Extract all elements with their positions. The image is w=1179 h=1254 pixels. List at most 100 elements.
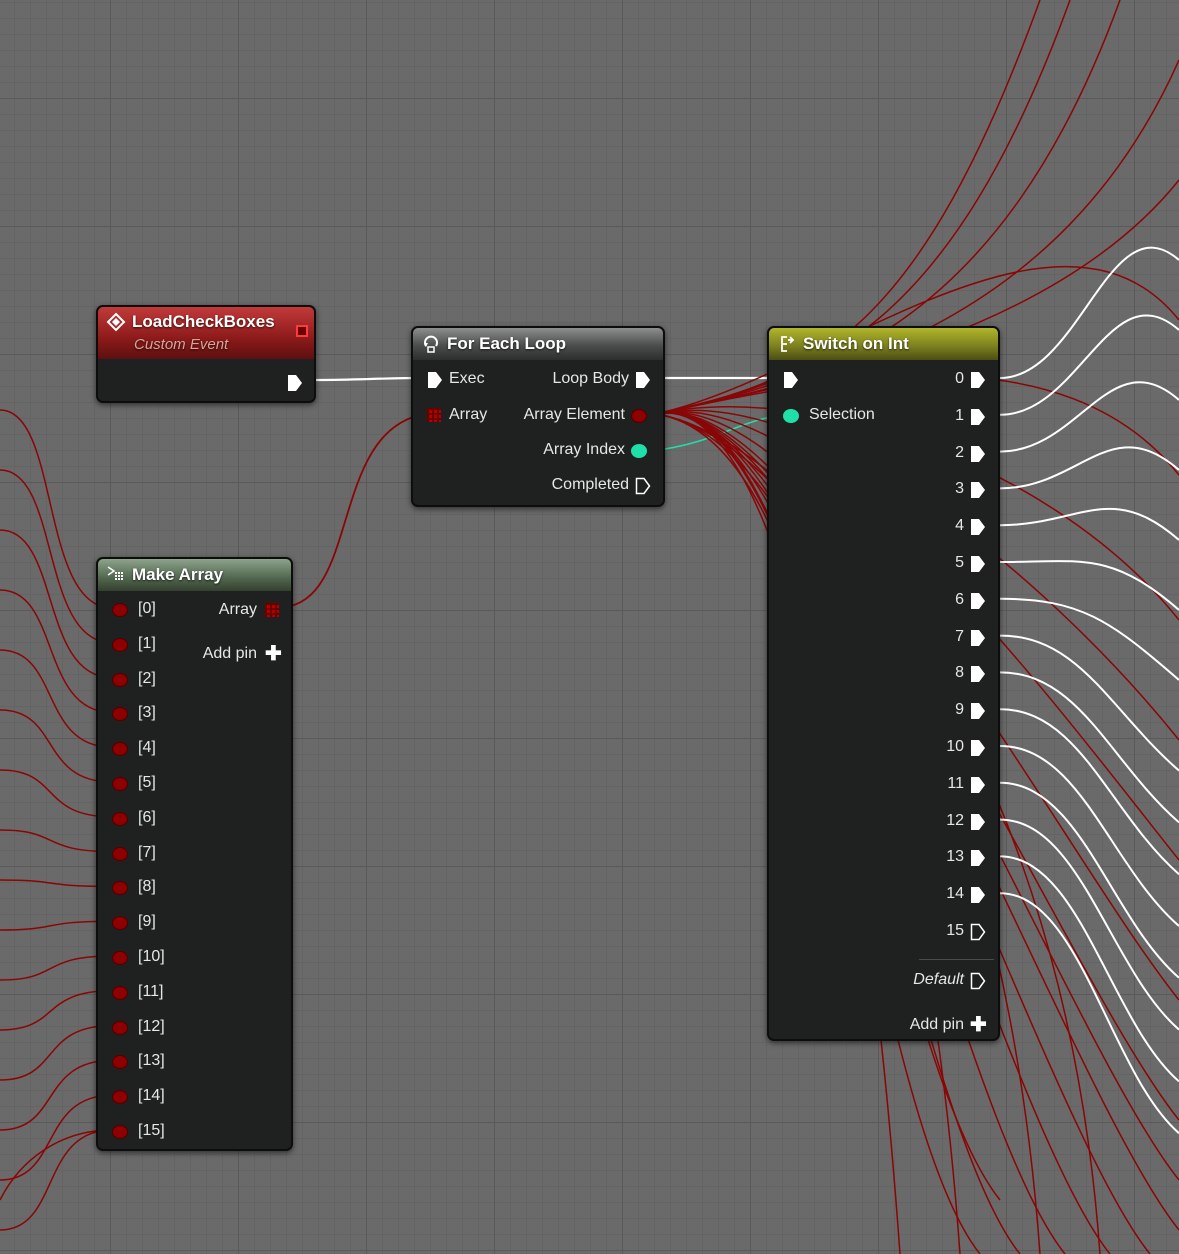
exec-wire[interactable] [999, 560, 1179, 611]
foreach-array-label: Array [449, 406, 488, 423]
delegate-pin-icon[interactable] [296, 325, 308, 337]
switch-add-pin-label[interactable]: Add pin [910, 1016, 964, 1034]
make-array-input-pin[interactable] [112, 672, 128, 687]
make-array-input-pin[interactable] [112, 742, 128, 757]
switch-title: Switch on Int [803, 334, 909, 353]
make-array-input-label: [14] [138, 1087, 165, 1105]
switch-selection-label: Selection [809, 406, 875, 423]
switch-output-pin[interactable] [970, 849, 986, 867]
event-node-header[interactable]: LoadCheckBoxes Custom Event [98, 307, 314, 359]
event-diamond-icon [106, 312, 126, 332]
make-array-input-pin[interactable] [112, 1055, 128, 1070]
exec-wire[interactable] [999, 745, 1179, 927]
foreach-array-in-pin[interactable] [427, 408, 441, 422]
switch-default-label: Default [913, 971, 964, 988]
event-exec-out-pin[interactable] [287, 374, 303, 392]
switch-output-label: 9 [955, 701, 964, 719]
make-array-input-pin[interactable] [112, 951, 128, 965]
for-each-loop-node[interactable]: For Each Loop Exec Array Loop Body Array… [411, 326, 665, 507]
make-array-node[interactable]: Make Array [0] [1] [2] [3] [4] [5] [6] [7] [8] [9… [96, 557, 293, 1151]
switch-node-header[interactable]: Switch on Int [769, 328, 998, 360]
make-array-input-pin[interactable] [112, 846, 128, 861]
make-array-input-pin[interactable] [112, 1090, 128, 1105]
switch-output-pin[interactable] [970, 518, 986, 536]
switch-output-label: 0 [955, 370, 964, 387]
switch-output-pin[interactable] [970, 445, 986, 463]
make-array-input-pin[interactable] [112, 916, 128, 931]
switch-output-label: 4 [955, 517, 964, 535]
make-array-input-pin[interactable] [112, 777, 128, 791]
switch-output-label: 2 [955, 443, 964, 461]
make-array-input-label: [12] [138, 1017, 165, 1035]
foreach-array-index-pin[interactable] [631, 444, 647, 458]
switch-output-label: 12 [946, 811, 964, 829]
exec-wire[interactable] [315, 376, 426, 382]
switch-output-label: 7 [955, 627, 964, 645]
switch-output-label: 1 [955, 406, 964, 424]
exec-wire[interactable] [999, 708, 1179, 875]
exec-wire[interactable] [999, 381, 1179, 453]
foreach-node-header[interactable]: For Each Loop [413, 328, 663, 360]
foreach-completed-label: Completed [551, 476, 629, 493]
switch-output-label: 11 [947, 774, 964, 792]
foreach-loop-body-pin[interactable] [635, 371, 651, 389]
switch-output-pin[interactable] [970, 408, 986, 426]
switch-output-pin[interactable] [970, 776, 986, 794]
exec-wire[interactable] [999, 507, 1179, 541]
switch-output-pin[interactable] [970, 481, 986, 499]
exec-wire[interactable] [999, 314, 1179, 416]
make-array-input-pin[interactable] [112, 1020, 128, 1035]
switch-output-pin[interactable] [970, 702, 986, 720]
switch-output-pin[interactable] [970, 923, 986, 941]
foreach-completed-pin[interactable] [635, 477, 651, 495]
switch-output-pin[interactable] [970, 629, 986, 647]
switch-output-pin[interactable] [970, 886, 986, 904]
make-array-input-pin[interactable] [112, 881, 128, 896]
foreach-exec-in-pin[interactable] [427, 371, 443, 389]
loop-icon [424, 335, 438, 353]
custom-event-node[interactable]: LoadCheckBoxes Custom Event [96, 305, 316, 403]
switch-add-pin-plus-icon[interactable]: ✚ [970, 1012, 987, 1037]
make-array-node-header[interactable]: Make Array [98, 559, 291, 591]
switch-selection-pin[interactable] [783, 409, 799, 423]
make-array-output-pin[interactable] [265, 603, 279, 617]
switch-output-pin[interactable] [970, 371, 986, 389]
switch-on-int-node[interactable]: Switch on Int Selection 0 1 2 3 4 5 6 7 8 9 10 11 12… [767, 326, 1000, 1041]
switch-exec-in-pin[interactable] [783, 371, 799, 389]
switch-output-pin[interactable] [970, 665, 986, 683]
switch-output-pin[interactable] [970, 739, 986, 757]
make-array-input-label: [6] [138, 808, 156, 826]
make-array-input-pin[interactable] [112, 811, 128, 826]
make-array-input-label: [4] [138, 739, 156, 757]
exec-wire[interactable] [999, 446, 1179, 490]
foreach-array-element-pin[interactable] [631, 409, 647, 423]
make-array-input-pin[interactable] [112, 1125, 128, 1139]
make-array-icon [107, 566, 123, 580]
make-array-input-pin[interactable] [112, 637, 128, 652]
make-array-input-label: [11] [138, 982, 164, 1000]
default-divider [919, 959, 994, 960]
make-array-input-label: [9] [138, 913, 156, 931]
make-array-title: Make Array [132, 565, 224, 584]
exec-wire[interactable] [999, 855, 1179, 1083]
make-array-input-label: [7] [138, 843, 156, 861]
switch-output-label: 3 [955, 480, 964, 498]
switch-output-pin[interactable] [970, 813, 986, 831]
make-array-input-pin[interactable] [112, 985, 128, 1000]
make-array-input-label: [5] [138, 774, 156, 791]
array-wire[interactable] [283, 413, 426, 608]
exec-wire[interactable] [999, 246, 1179, 379]
make-array-add-pin-label[interactable]: Add pin [203, 645, 257, 663]
add-pin-plus-icon[interactable]: ✚ [265, 641, 282, 666]
switch-output-pin[interactable] [970, 555, 986, 573]
make-array-input-label: [15] [138, 1122, 165, 1139]
make-array-input-pin[interactable] [112, 603, 128, 617]
make-array-input-label: [3] [138, 704, 156, 722]
switch-output-label: 8 [955, 664, 964, 682]
foreach-exec-label: Exec [449, 370, 485, 387]
switch-output-label: 6 [955, 590, 964, 608]
switch-default-pin[interactable] [970, 972, 986, 990]
switch-output-pin[interactable] [970, 592, 986, 610]
make-array-input-pin[interactable] [112, 707, 128, 722]
make-array-input-label: [0] [138, 600, 156, 617]
